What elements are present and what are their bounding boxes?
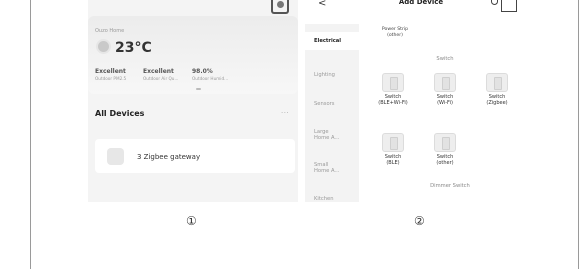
- metric-label: Outdoor PM2.5: [95, 76, 127, 81]
- category-kitchen[interactable]: Kitchen: [314, 196, 354, 202]
- tile-label: Switch (other): [436, 154, 454, 166]
- category-lighting[interactable]: Lighting: [314, 72, 354, 78]
- tile-label: Switch (BLE): [384, 154, 402, 166]
- metric-pm25: Excellent Outdoor PM2.5: [95, 68, 141, 81]
- metric-air-quality: Excellent Outdoor Air Qu...: [143, 68, 189, 81]
- category-sidebar: Electrical Lighting Sensors Large Home A…: [305, 24, 359, 202]
- switch-icon: [434, 133, 456, 152]
- home-name: Ouzo Home: [95, 28, 125, 34]
- switch-icon: [382, 73, 404, 92]
- switch-zigbee-tile[interactable]: Switch (Zigbee): [477, 73, 517, 106]
- metric-label: Outdoor Air Qu...: [143, 76, 179, 81]
- device-card[interactable]: 3 Zigbee gateway: [95, 139, 295, 173]
- sun-icon: [98, 41, 109, 52]
- qr-scan-icon[interactable]: [501, 0, 517, 12]
- gateway-icon: [107, 148, 124, 165]
- device-name: 3 Zigbee gateway: [137, 153, 201, 161]
- screen-title: Add Device: [398, 0, 444, 6]
- category-large-home-appliances[interactable]: Large Home A...: [314, 129, 354, 141]
- power-strip-item[interactable]: Power Strip (other): [377, 27, 413, 38]
- metric-label: Outdoor Humid...: [192, 76, 229, 81]
- metric-value: 98.0%: [192, 68, 213, 75]
- switch-other-tile[interactable]: Switch (other): [425, 133, 465, 166]
- switch-wifi-tile[interactable]: Switch (Wi-Fi): [425, 73, 465, 106]
- home-screen: Ouzo Home 23°C Excellent Outdoor PM2.5 E…: [88, 0, 298, 202]
- caption-1: ①: [186, 214, 197, 228]
- page: Ouzo Home 23°C Excellent Outdoor PM2.5 E…: [0, 0, 585, 269]
- all-devices-title: All Devices: [95, 109, 145, 118]
- switch-icon: [434, 73, 456, 92]
- switch-ble-wifi-tile[interactable]: Switch (BLE+Wi-Fi): [373, 73, 413, 106]
- metric-value: Excellent: [143, 68, 174, 75]
- caption-2: ②: [414, 214, 425, 228]
- category-small-home-appliances[interactable]: Small Home A...: [314, 162, 354, 174]
- temperature: 23°C: [115, 40, 152, 56]
- switch-ble-tile[interactable]: Switch (BLE): [373, 133, 413, 166]
- tile-label: Switch (Zigbee): [486, 94, 508, 106]
- section-dimmer-switch: Dimmer Switch: [430, 183, 470, 189]
- switch-icon: [486, 73, 508, 92]
- tile-label: Switch (Wi-Fi): [436, 94, 454, 106]
- right-border-line: [578, 0, 579, 269]
- back-icon[interactable]: <: [318, 0, 326, 9]
- add-device-screen: < Add Device Electrical Lighting Sensors…: [305, 0, 527, 202]
- page-indicator: [196, 88, 201, 90]
- category-sensors[interactable]: Sensors: [314, 101, 354, 107]
- section-switch: Switch: [436, 56, 454, 62]
- category-electrical[interactable]: Electrical: [305, 32, 359, 50]
- metric-value: Excellent: [95, 68, 126, 75]
- left-border-line: [30, 0, 31, 269]
- add-device-icon[interactable]: [271, 0, 289, 14]
- bluetooth-scan-icon[interactable]: [491, 0, 498, 5]
- tile-label: Switch (BLE+Wi-Fi): [378, 94, 408, 106]
- add-device-icon-dot: [277, 1, 284, 8]
- metric-humidity: 98.0% Outdoor Humid...: [192, 68, 238, 81]
- switch-icon: [382, 133, 404, 152]
- more-icon[interactable]: ···: [281, 110, 289, 117]
